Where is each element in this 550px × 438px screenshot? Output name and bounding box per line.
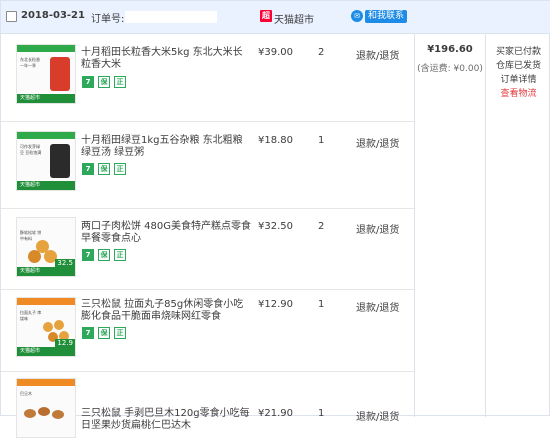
service-badges: 7保正	[82, 327, 130, 339]
guarantee-icon[interactable]: 保	[98, 327, 110, 339]
order-date: 2018-03-21	[21, 10, 85, 21]
guarantee-icon[interactable]: 保	[98, 249, 110, 261]
list-item: 拉面丸子 串烧味 12.9 天猫超市 三只松鼠 拉面丸子85g休闲零食小吃膨化食…	[1, 290, 414, 372]
shop-name-link[interactable]: 天猫超市	[274, 11, 314, 26]
contact-seller-button[interactable]: 和我联系	[365, 10, 408, 23]
refund-link[interactable]: 退款/退货	[356, 221, 399, 236]
product-thumbnail[interactable]: 东北长粒香 一年一季 天猫超市	[16, 44, 76, 104]
seven-day-return-icon[interactable]: 7	[82, 249, 94, 261]
thumbnail-footer: 天猫超市	[17, 347, 75, 356]
unit-price: ¥18.80	[258, 135, 293, 146]
list-item: 巴旦木 三只松鼠 手剥巴旦木120g零食小吃每日坚果炒货扁桃仁巴达木 ¥21.9…	[1, 372, 414, 438]
seven-day-return-icon[interactable]: 7	[82, 327, 94, 339]
quantity: 1	[318, 408, 325, 419]
unit-price: ¥32.50	[258, 221, 293, 232]
refund-link[interactable]: 退款/退货	[356, 47, 399, 62]
thumbnail-footer: 天猫超市	[17, 181, 75, 190]
thumbnail-footer: 天猫超市	[17, 94, 75, 103]
list-item: 酥软松软 饼中有料 32.5 天猫超市 两口子肉松饼 480G美食特产糕点零食早…	[1, 209, 414, 290]
view-logistics-link[interactable]: 查看物流	[486, 87, 550, 101]
payment-status: 买家已付款	[495, 47, 541, 57]
shipping-fee: (含运费: ¥0.00)	[417, 64, 483, 74]
list-item: 东北长粒香 一年一季 天猫超市 十月稻田长粒香大米5kg 东北大米长粒香大米 7…	[1, 34, 414, 122]
guarantee-icon[interactable]: 保	[98, 76, 110, 88]
quantity: 1	[318, 135, 325, 146]
product-thumbnail[interactable]: 拉面丸子 串烧味 12.9 天猫超市	[16, 297, 76, 357]
column-divider	[414, 34, 415, 417]
order-items: 东北长粒香 一年一季 天猫超市 十月稻田长粒香大米5kg 东北大米长粒香大米 7…	[1, 34, 414, 438]
unit-price: ¥39.00	[258, 47, 293, 58]
service-badges: 7保正	[82, 249, 130, 261]
refund-link[interactable]: 退款/退货	[356, 135, 399, 150]
product-thumbnail[interactable]: 巴旦木	[16, 378, 76, 438]
order-card: 2018-03-21 订单号: 1 超 天猫超市 ✉ 和我联系 东北长粒香 一年…	[0, 0, 550, 438]
seven-day-return-icon[interactable]: 7	[82, 163, 94, 175]
genuine-icon[interactable]: 正	[114, 327, 126, 339]
service-badges: 7保正	[82, 76, 130, 88]
product-title-link[interactable]: 十月稻田长粒香大米5kg 东北大米长粒香大米	[81, 47, 251, 71]
unit-price: ¥12.90	[258, 299, 293, 310]
thumbnail-text: 拉面丸子 串烧味	[20, 310, 42, 321]
unit-price: ¥21.90	[258, 408, 293, 419]
list-item: 可作发芽绿豆 豆粒饱满 天猫超市 十月稻田绿豆1kg五谷杂粮 东北粗粮绿豆汤 绿…	[1, 122, 414, 209]
order-select-checkbox[interactable]	[6, 11, 17, 22]
service-badges: 7保正	[82, 163, 130, 175]
almond-image	[22, 407, 72, 433]
product-thumbnail[interactable]: 可作发芽绿豆 豆粒饱满 天猫超市	[16, 131, 76, 191]
guarantee-icon[interactable]: 保	[98, 163, 110, 175]
bean-bag-image	[50, 144, 70, 178]
product-title-link[interactable]: 三只松鼠 手剥巴旦木120g零食小吃每日坚果炒货扁桃仁巴达木	[81, 408, 251, 432]
quantity: 2	[318, 47, 325, 58]
product-title-link[interactable]: 十月稻田绿豆1kg五谷杂粮 东北粗粮绿豆汤 绿豆粥	[81, 135, 251, 159]
quantity: 2	[318, 221, 325, 232]
tmall-supermarket-logo-icon: 超	[260, 10, 272, 22]
order-total: ¥196.60	[427, 44, 473, 55]
genuine-icon[interactable]: 正	[114, 76, 126, 88]
rice-bag-image	[50, 57, 70, 91]
thumbnail-text: 东北长粒香 一年一季	[20, 57, 40, 68]
chat-icon[interactable]: ✉	[351, 10, 363, 22]
product-title-link[interactable]: 两口子肉松饼 480G美食特产糕点零食早餐零食点心	[81, 221, 251, 245]
order-number-redaction	[125, 11, 217, 23]
thumbnail-price: 32.5	[55, 259, 75, 267]
product-thumbnail[interactable]: 酥软松软 饼中有料 32.5 天猫超市	[16, 217, 76, 277]
thumbnail-footer: 天猫超市	[17, 267, 75, 276]
thumbnail-text: 巴旦木	[20, 391, 32, 396]
refund-link[interactable]: 退款/退货	[356, 299, 399, 314]
order-header: 2018-03-21 订单号: 1 超 天猫超市 ✉ 和我联系	[1, 1, 550, 34]
order-status: 买家已付款 仓库已发货 订单详情 查看物流	[486, 45, 550, 101]
genuine-icon[interactable]: 正	[114, 163, 126, 175]
quantity: 1	[318, 299, 325, 310]
genuine-icon[interactable]: 正	[114, 249, 126, 261]
shipping-status: 仓库已发货	[495, 61, 541, 71]
thumbnail-price: 12.9	[55, 339, 75, 347]
order-detail-link[interactable]: 订单详情	[486, 73, 550, 87]
seven-day-return-icon[interactable]: 7	[82, 76, 94, 88]
product-title-link[interactable]: 三只松鼠 拉面丸子85g休闲零食小吃膨化食品干脆面串烧味网红零食	[81, 299, 251, 323]
thumbnail-text: 可作发芽绿豆 豆粒饱满	[20, 144, 42, 155]
